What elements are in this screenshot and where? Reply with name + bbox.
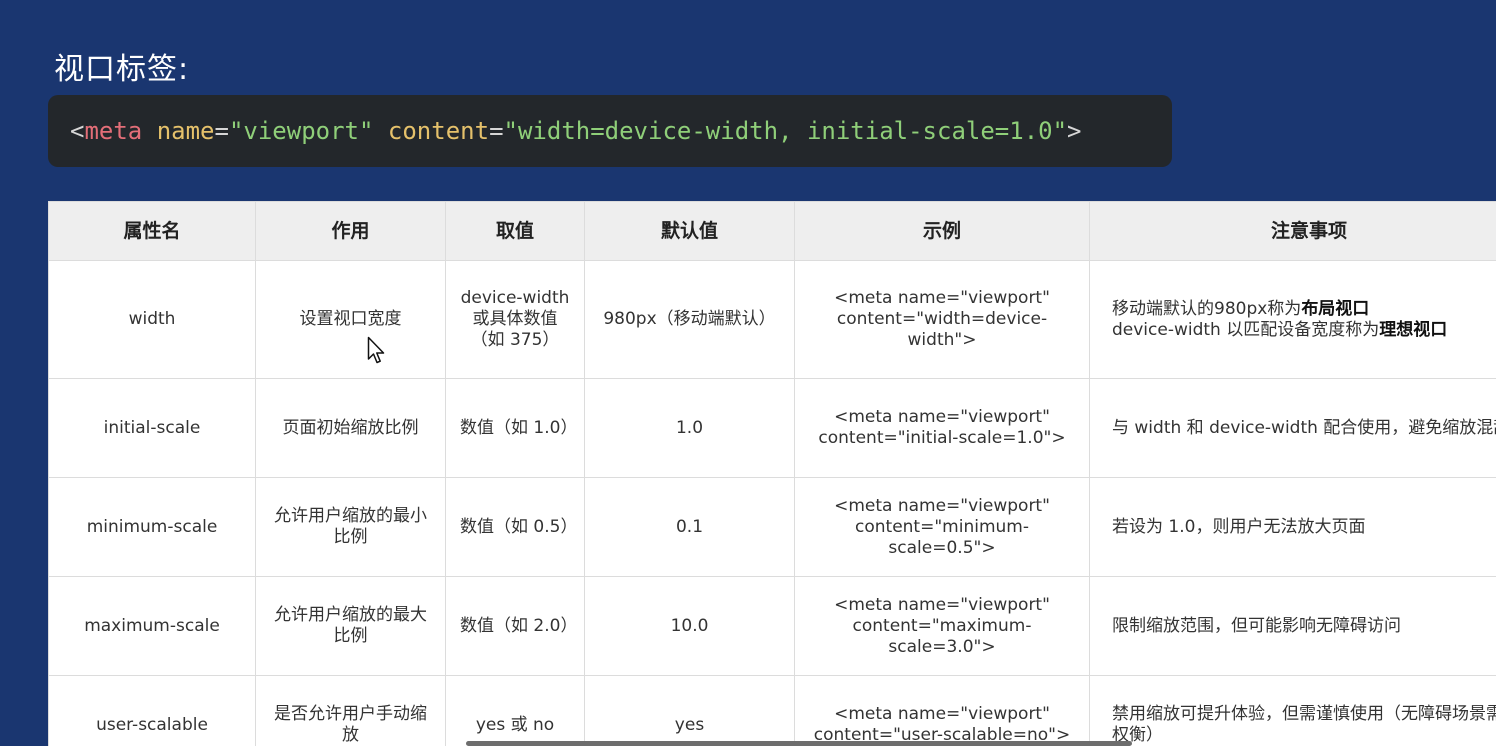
cell-values: 数值（如 2.0） [445,576,585,676]
cell-example: <meta name="viewport" content="minimum-s… [794,477,1090,577]
cell-purpose: 允许用户缩放的最小比例 [255,477,446,577]
cell-notes: 移动端默认的980px称为布局视口 device-width 以匹配设备宽度称为理… [1089,260,1496,379]
code-tag-name: meta [84,117,143,145]
table-row: minimum-scale 允许用户缩放的最小比例 数值（如 0.5） 0.1 … [48,477,1496,577]
header-attribute-name: 属性名 [48,201,256,261]
horizontal-scrollbar[interactable] [466,741,1132,746]
cell-purpose: 设置视口宽度 [255,260,446,379]
cell-default: 0.1 [584,477,795,577]
cell-values: 数值（如 0.5） [445,477,585,577]
cell-attribute-name: initial-scale [48,378,256,478]
header-notes: 注意事项 [1089,201,1496,261]
cell-notes: 与 width 和 device-width 配合使用，避免缩放混乱 [1089,378,1496,478]
cell-example: <meta name="viewport" content="maximum-s… [794,576,1090,676]
cell-notes: 若设为 1.0，则用户无法放大页面 [1089,477,1496,577]
code-attr-name: name [156,117,215,145]
cell-default: yes [584,675,795,746]
table-row: user-scalable 是否允许用户手动缩放 yes 或 no yes <m… [48,675,1496,746]
header-purpose: 作用 [255,201,446,261]
mouse-pointer-icon [367,336,385,364]
code-open-bracket: < [70,117,85,145]
cell-attribute-name: width [48,260,256,379]
cell-notes: 禁用缩放可提升体验，但需谨慎使用（无障碍场景需权衡） [1089,675,1496,746]
page-title: 视口标签: [54,52,190,88]
cell-values: device-width 或具体数值（如 375） [445,260,585,379]
table-row: initial-scale 页面初始缩放比例 数值（如 1.0） 1.0 <me… [48,378,1496,478]
cell-default: 10.0 [584,576,795,676]
notes-text: 移动端默认的980px称为 [1112,298,1302,319]
table-header-row: 属性名 作用 取值 默认值 示例 注意事项 [48,201,1496,261]
cell-default: 980px（移动端默认） [584,260,795,379]
header-default: 默认值 [584,201,795,261]
cell-example: <meta name="viewport" content="initial-s… [794,378,1090,478]
viewport-attributes-table: 属性名 作用 取值 默认值 示例 注意事项 width 设置视口宽度 devic… [48,201,1496,746]
header-values: 取值 [445,201,585,261]
notes-text: device-width 以匹配设备宽度称为 [1112,319,1380,340]
table-row: width 设置视口宽度 device-width 或具体数值（如 375） 9… [48,260,1496,379]
cell-attribute-name: user-scalable [48,675,256,746]
cell-purpose: 是否允许用户手动缩放 [255,675,446,746]
code-equals: = [489,117,504,145]
cell-example: <meta name="viewport" content="width=dev… [794,260,1090,379]
cell-default: 1.0 [584,378,795,478]
cell-purpose: 页面初始缩放比例 [255,378,446,478]
code-attr-value: "viewport" [228,117,374,145]
notes-highlight: 布局视口 [1301,298,1370,319]
code-close-bracket: > [1067,117,1082,145]
cell-attribute-name: maximum-scale [48,576,256,676]
header-example: 示例 [794,201,1090,261]
cell-attribute-name: minimum-scale [48,477,256,577]
cell-values: 数值（如 1.0） [445,378,585,478]
cell-example: <meta name="viewport" content="user-scal… [794,675,1090,746]
cell-values: yes 或 no [445,675,585,746]
notes-highlight: 理想视口 [1379,319,1448,340]
code-content-value: "width=device-width, initial-scale=1.0" [503,117,1068,145]
cell-notes: 限制缩放范围，但可能影响无障碍访问 [1089,576,1496,676]
cell-purpose: 允许用户缩放的最大比例 [255,576,446,676]
code-attr-content: content [387,117,490,145]
code-equals: = [214,117,229,145]
table-row: maximum-scale 允许用户缩放的最大比例 数值（如 2.0） 10.0… [48,576,1496,676]
code-block: < meta name = "viewport" content = "width=dev… [48,95,1172,167]
